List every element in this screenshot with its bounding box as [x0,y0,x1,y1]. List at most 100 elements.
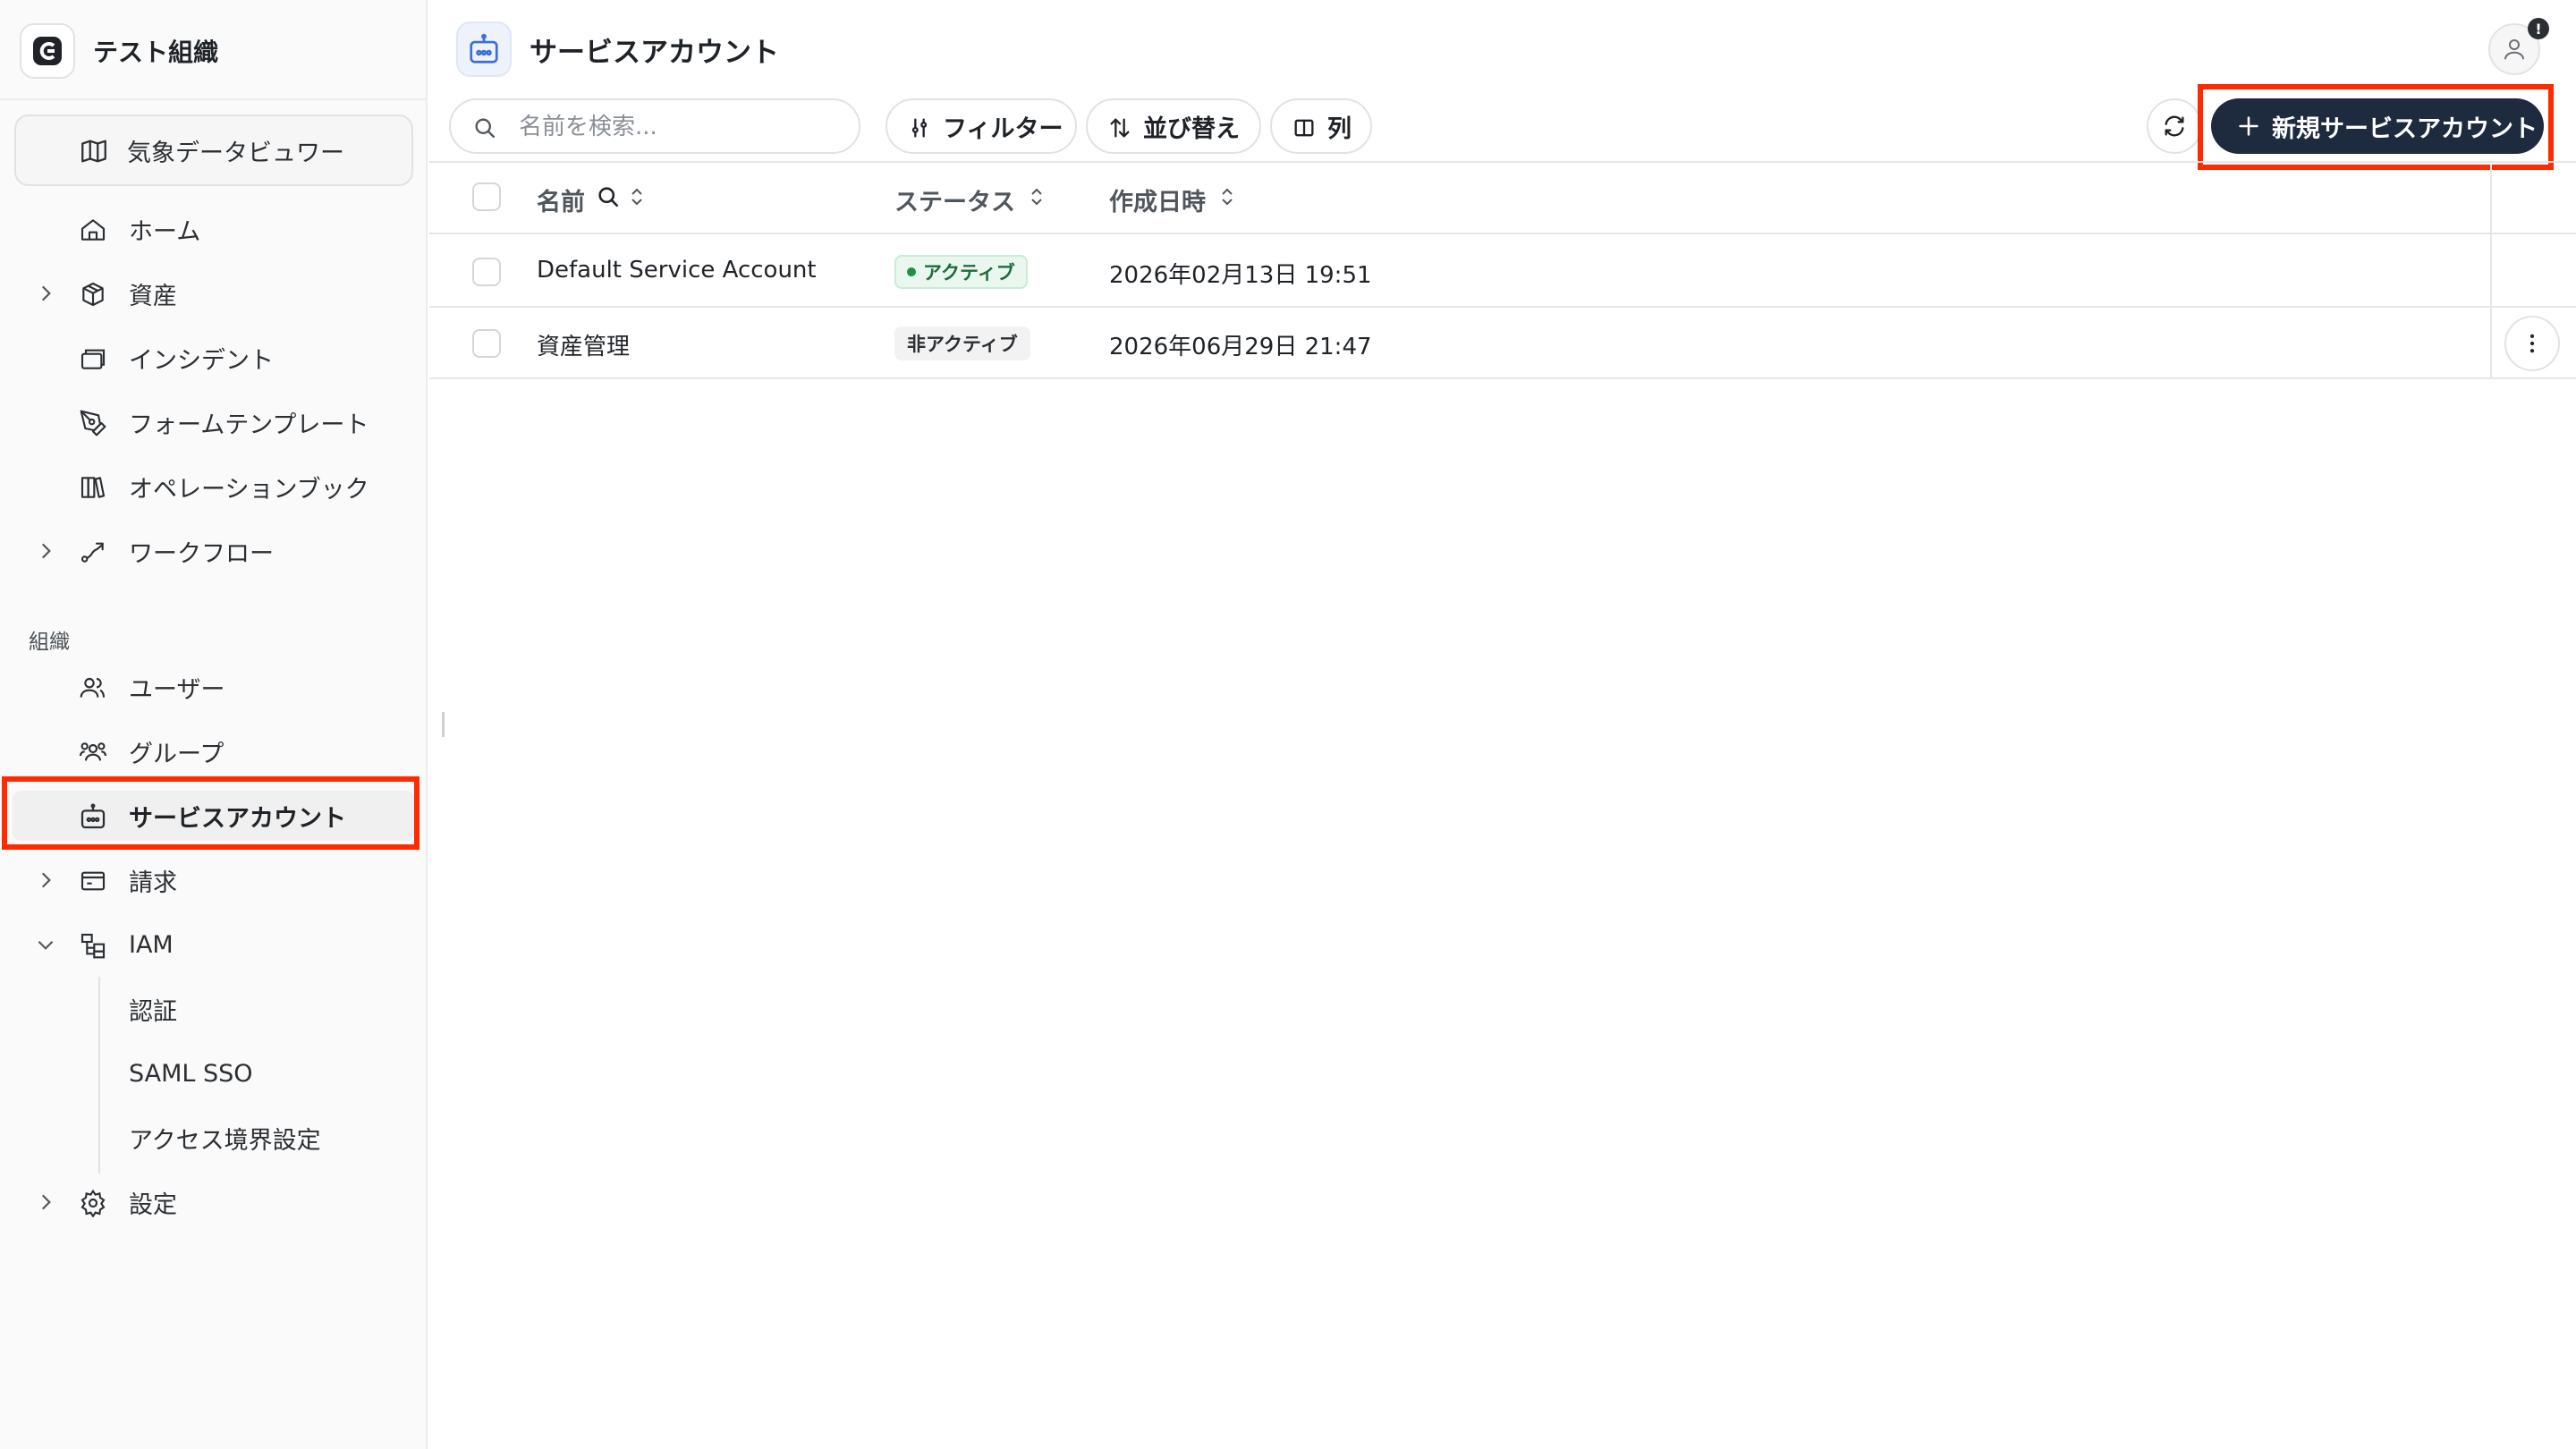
sort-arrows-icon [1107,115,1132,147]
chevron-right-icon[interactable] [34,869,57,895]
row-name: 資産管理 [537,334,631,360]
sidebar-item-iam[interactable]: IAM [0,918,428,971]
sidebar-item-label: 認証 [129,997,177,1026]
new-service-account-button[interactable]: 新規サービスアカウント [2211,98,2544,154]
sidebar: テスト組織 気象データビュワー ホーム 資産 インシデント フォームテンプレート… [0,0,428,1449]
sliders-icon [907,115,932,147]
status-dot [907,267,916,276]
filter-button[interactable]: フィルター [886,98,1077,154]
row-checkbox[interactable] [472,329,501,358]
chevron-right-icon[interactable] [34,282,57,309]
status-text: アクティブ [923,262,1015,284]
sidebar-item-access-boundary[interactable]: アクセス境界設定 [0,1111,428,1165]
sidebar-item-label: 請求 [129,869,177,897]
columns-icon [1292,115,1317,147]
column-header-label: 名前 [537,189,585,216]
page-title: サービスアカウント [530,36,779,69]
chevron-right-icon[interactable] [34,1191,57,1217]
sort-button[interactable]: 並び替え [1086,98,1261,154]
refresh-icon [2165,115,2184,137]
sidebar-item-label: SAML SSO [129,1059,253,1088]
sidebar-item-workflows[interactable]: ワークフロー [0,524,428,578]
status-badge: 非アクティブ [894,326,1030,360]
sidebar-item-label: ユーザー [129,675,225,704]
more-vertical-icon [2529,334,2535,353]
new-service-account-label: 新規サービスアカウント [2272,114,2538,143]
column-header-label: ステータス [894,189,1015,216]
row-checkbox[interactable] [472,258,501,286]
sidebar-divider [0,98,428,100]
windows-icon [79,344,107,377]
table-row[interactable]: Default Service Account アクティブ 2026年02月13… [429,236,2576,308]
sidebar-item-label: アクセス境界設定 [129,1126,321,1155]
search-icon [472,115,497,144]
select-all-checkbox[interactable] [472,182,501,211]
column-header-label: 作成日時 [1109,189,1206,216]
home-icon [79,216,107,248]
sort-chevrons-icon[interactable] [1026,184,1047,216]
filter-label: フィルター [943,114,1063,143]
sidebar-item-label: ワークフロー [129,539,274,568]
sidebar-item-groups[interactable]: グループ [0,724,428,778]
sidebar-item-service-accounts[interactable]: サービスアカウント [0,789,428,843]
sidebar-item-billing[interactable]: 請求 [0,853,428,907]
box-icon [79,280,107,312]
sidebar-item-users[interactable]: ユーザー [0,660,428,714]
table-row[interactable]: 資産管理 非アクティブ 2026年06月29日 21:47 [429,308,2576,379]
sidebar-item-operation-books[interactable]: オペレーションブック [0,460,428,513]
columns-label: 列 [1327,114,1352,143]
sidebar-item-label: ホーム [129,217,201,246]
row-created: 2026年06月29日 21:47 [1109,334,1372,360]
chevron-right-icon[interactable] [34,539,57,566]
sidebar-item-label: インシデント [129,346,274,375]
pen-tool-icon [79,409,107,441]
books-icon [79,473,107,505]
map-icon [79,136,109,173]
users-icon [79,674,107,706]
sort-chevrons-icon[interactable] [1216,184,1238,216]
sidebar-item-settings[interactable]: 設定 [0,1175,428,1229]
refresh-button[interactable] [2147,98,2202,154]
weather-viewer-label: 気象データビュワー [127,139,344,167]
sidebar-item-incidents[interactable]: インシデント [0,331,428,385]
weather-viewer-button[interactable]: 気象データビュワー [14,114,413,186]
sidebar-item-saml-sso[interactable]: SAML SSO [0,1046,428,1100]
sidebar-item-authentication[interactable]: 認証 [0,982,428,1036]
sidebar-item-label: オペレーションブック [129,475,369,504]
row-actions-button[interactable] [2504,316,2560,371]
group-icon [79,738,107,770]
columns-button[interactable]: 列 [1270,98,1372,154]
plus-icon [2236,114,2261,145]
sidebar-item-label: サービスアカウント [129,804,346,833]
user-icon [2504,39,2524,60]
sidebar-item-home[interactable]: ホーム [0,202,428,256]
row-created: 2026年02月13日 19:51 [1109,262,1372,289]
search-box[interactable] [449,98,860,154]
org-logo [20,23,75,79]
hierarchy-icon [79,931,107,963]
sidebar-item-label: IAM [129,930,174,959]
sidebar-item-form-templates[interactable]: フォームテンプレート [0,395,428,449]
search-icon[interactable] [596,184,621,216]
bot-icon [79,802,107,835]
status-text: 非アクティブ [907,334,1018,355]
column-header-created[interactable]: 作成日時 [1109,182,1238,217]
sort-chevrons-icon[interactable] [626,184,648,216]
sidebar-item-label: 設定 [129,1191,177,1219]
column-header-status[interactable]: ステータス [894,182,1047,217]
chevron-down-icon[interactable] [34,933,57,960]
org-switcher[interactable]: テスト組織 [20,21,218,80]
workflow-icon [79,538,107,570]
row-name: Default Service Account [537,257,817,284]
table-header: 名前 ステータス 作成日時 [429,161,2576,234]
sort-label: 並び替え [1143,114,1240,143]
org-name: テスト組織 [93,38,219,67]
wallet-icon [79,867,107,899]
app-window: テスト組織 気象データビュワー ホーム 資産 インシデント フォームテンプレート… [0,0,2576,1449]
status-badge: アクティブ [894,255,1028,289]
sidebar-item-label: グループ [129,740,225,768]
gear-icon [79,1189,107,1221]
search-input[interactable] [519,111,841,143]
sidebar-item-assets[interactable]: 資産 [0,267,428,320]
column-header-name[interactable]: 名前 [537,182,648,217]
